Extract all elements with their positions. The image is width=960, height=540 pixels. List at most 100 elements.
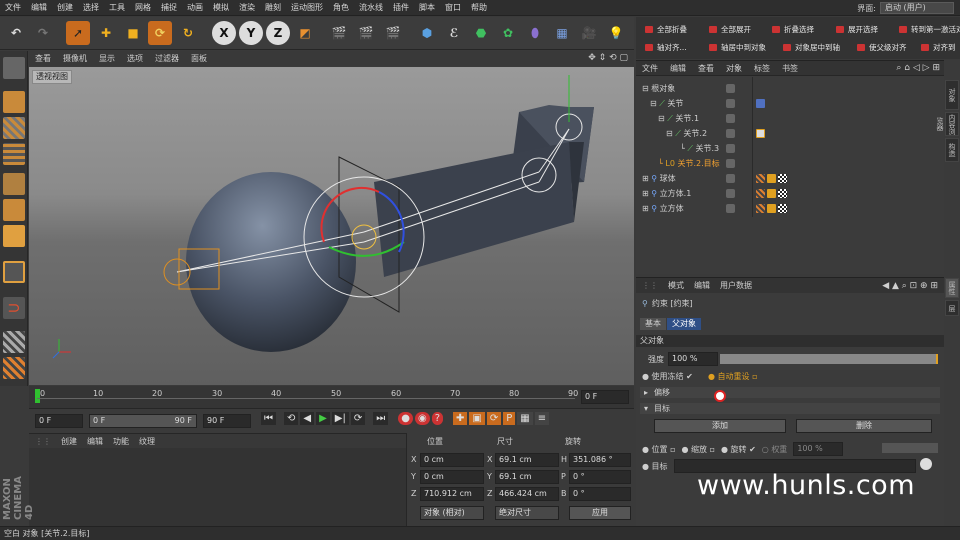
points-mode-icon[interactable] [3,173,25,195]
menu-mesh[interactable]: 网格 [130,0,156,16]
visibility-icon[interactable] [726,129,735,138]
go-first-active-button[interactable]: 转到第一激活对象 [896,23,960,36]
menu-create[interactable]: 创建 [52,0,78,16]
viewport-nav-icons[interactable]: ✥ ⇕ ⟲ ▢ [588,51,628,66]
rot-checkbox[interactable]: ● 旋转 ✔ [721,444,756,455]
visibility-icon[interactable] [726,99,735,108]
y-axis-lock-icon[interactable]: Y [239,21,263,45]
visibility-icon[interactable] [726,189,735,198]
x-axis-lock-icon[interactable]: X [212,21,236,45]
next-key-icon[interactable]: ⟳ [350,412,366,425]
side-tab-content-browser[interactable]: 内容浏览器 [936,112,959,136]
use-cache-checkbox-label[interactable]: ● 使用冻结 ✔ [642,371,693,382]
object-row-cube[interactable]: ⊞ ⚲ 立方体 [636,201,944,216]
obj-menu-bookmarks[interactable]: 书签 [776,61,804,76]
prev-key-icon[interactable]: ⟲ [284,412,299,425]
floor-icon[interactable]: ▦ [550,21,574,45]
attr-nav-icons[interactable]: ◀ ▲ ⌕ ⊡ ⊕ ⊞ [882,281,938,291]
workplane-mode-icon[interactable] [3,143,25,165]
parent-align-button[interactable]: 使父级对齐 [854,41,914,54]
workplane-icon[interactable] [3,331,25,353]
nurbs-icon[interactable]: ⬣ [469,21,493,45]
obj-menu-tags[interactable]: 标签 [748,61,776,76]
menu-select[interactable]: 选择 [78,0,104,16]
menu-snap[interactable]: 捕捉 [156,0,182,16]
tag-dots-icon[interactable] [767,189,776,198]
object-center-button[interactable]: 对象居中到轴 [780,41,852,54]
attr-menu-edit[interactable]: 编辑 [694,280,710,291]
expand-all-button[interactable]: 全部展开 [706,23,766,36]
menu-help[interactable]: 帮助 [466,0,492,16]
record-icon[interactable]: ● [398,412,413,425]
tab-basic[interactable]: 基本 [640,318,666,330]
axis-center-button[interactable]: 轴居中到对象 [706,41,778,54]
object-row-root[interactable]: ⊟ 根对象 [636,81,944,96]
render-view-icon[interactable]: 🎬 [327,21,351,45]
timeline-ruler[interactable]: 0 10 20 30 40 50 60 70 80 90 0 F [29,386,634,408]
tab-parent[interactable]: 父对象 [667,318,701,330]
key-scale-icon[interactable]: ▣ [469,412,485,425]
camera-icon[interactable]: 🎥 [577,21,601,45]
menu-character[interactable]: 角色 [328,0,354,16]
make-editable-icon[interactable] [3,57,25,79]
side-tab-objects[interactable]: 对象 [945,80,959,110]
play-icon[interactable]: ▶ [316,412,330,425]
weight-slider[interactable] [882,443,938,453]
visibility-icon[interactable] [726,159,735,168]
object-row-sphere[interactable]: ⊞ ⚲ 球体 [636,171,944,186]
strength-field[interactable]: 100 % [668,352,718,366]
autokey-icon[interactable]: ◉ [414,412,430,425]
pos-y-field[interactable]: 0 cm [420,470,484,484]
menu-edit[interactable]: 编辑 [26,0,52,16]
menu-simulate[interactable]: 模拟 [208,0,234,16]
collapse-selection-button[interactable]: 折叠选择 [769,23,829,36]
key-position-icon[interactable]: ✚ [453,412,468,425]
menu-mograph[interactable]: 运动图形 [286,0,328,16]
obj-search-icons[interactable]: ⌕ ⌂ ◁ ▷ ⊞ [896,63,940,73]
deformer-icon[interactable]: ⬮ [523,21,547,45]
object-row-joint-2[interactable]: ⊟ ⟋ 关节.2 [636,126,944,141]
redo-icon[interactable]: ↷ [31,21,55,45]
obj-menu-edit[interactable]: 编辑 [664,61,692,76]
viewport-menu-panel[interactable]: 面板 [185,51,213,66]
goto-start-icon[interactable]: ⏮ [261,412,276,425]
menu-plugins[interactable]: 插件 [388,0,414,16]
texture-tag-icon[interactable] [778,204,787,213]
snap-magnet-icon[interactable]: ⊃ [3,297,25,319]
target-section[interactable]: ▾ 目标 [640,403,940,414]
object-row-joint-1[interactable]: ⊟ ⟋ 关节.1 [636,111,944,126]
side-tab-layers[interactable]: 层 [945,300,959,316]
menu-animate[interactable]: 动画 [182,0,208,16]
visibility-icon[interactable] [726,204,735,213]
add-target-button[interactable]: 添加 [654,419,786,433]
viewport-menu-filter[interactable]: 过滤器 [149,51,185,66]
menu-sculpt[interactable]: 雕刻 [260,0,286,16]
render-picture-viewer-icon[interactable]: 🎬 [354,21,378,45]
object-row-cube-1[interactable]: ⊞ ⚲ 立方体.1 [636,186,944,201]
visibility-icon[interactable] [726,84,735,93]
visibility-icon[interactable] [726,144,735,153]
menu-file[interactable]: 文件 [0,0,26,16]
axis-mode-icon[interactable] [3,261,25,283]
pos-x-field[interactable]: 0 cm [420,453,484,467]
material-menu-create[interactable]: 创建 [61,436,77,447]
spline-pen-icon[interactable]: ℰ [442,21,466,45]
goto-end-icon[interactable]: ⏭ [373,412,389,425]
size-z-field[interactable]: 466.424 cm [495,487,559,501]
select-tool-icon[interactable]: ➚ [66,21,90,45]
pos-z-field[interactable]: 710.912 cm [420,487,484,501]
phong-tag-icon[interactable] [756,174,765,183]
viewport-menu-cameras[interactable]: 摄像机 [57,51,93,66]
apply-button[interactable]: 应用 [569,506,631,520]
obj-menu-view[interactable]: 查看 [692,61,720,76]
current-frame-field[interactable]: 0 F [581,390,629,404]
viewport-menu-options[interactable]: 选项 [121,51,149,66]
material-menu-function[interactable]: 功能 [113,436,129,447]
menu-window[interactable]: 窗口 [440,0,466,16]
pos-checkbox[interactable]: ● 位置 ▫ [642,444,676,455]
rot-b-field[interactable]: 0 ° [569,487,631,501]
strength-slider[interactable] [720,354,938,364]
key-pla-icon[interactable]: ▦ [517,412,533,425]
key-param-icon[interactable]: P [503,412,516,425]
object-row-joint-2-target[interactable]: └ L0 关节.2.目标 [636,156,944,171]
